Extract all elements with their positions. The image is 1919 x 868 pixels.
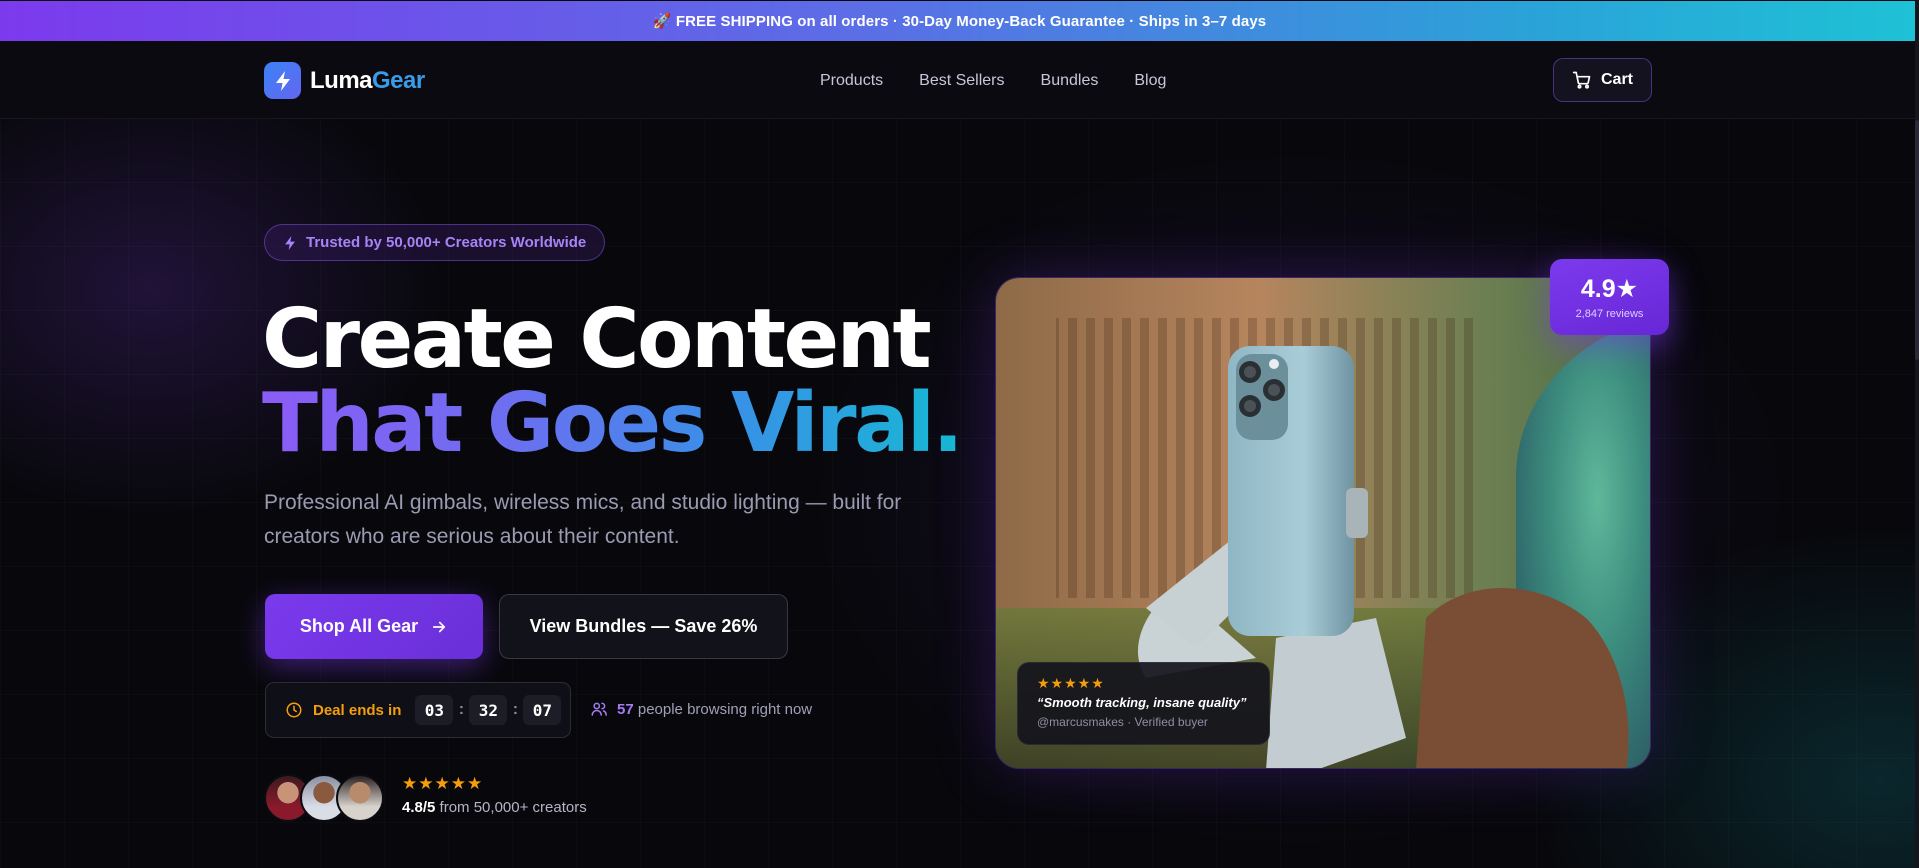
avatar bbox=[336, 774, 384, 822]
rating-stars: ★★★★★ bbox=[402, 774, 484, 793]
clock-icon bbox=[286, 702, 302, 718]
main-nav: Products Best Sellers Bundles Blog bbox=[820, 72, 1166, 90]
hero-title-line2: That Goes Viral. bbox=[262, 376, 964, 471]
nav-item-products[interactable]: Products bbox=[820, 72, 883, 90]
view-bundles-label: View Bundles — Save 26% bbox=[529, 616, 758, 636]
review-card: ★★★★★ “Smooth tracking, insane quality” … bbox=[1017, 662, 1270, 745]
trust-badge-text: Trusted by 50,000+ Creators Worldwide bbox=[306, 234, 587, 251]
countdown-separator: : bbox=[512, 701, 519, 718]
arrow-right-icon bbox=[433, 621, 446, 632]
view-bundles-button[interactable]: View Bundles — Save 26% bbox=[499, 594, 788, 659]
deal-countdown: Deal ends in 03 : 32 : 07 bbox=[265, 682, 571, 738]
shop-all-gear-button[interactable]: Shop All Gear bbox=[265, 594, 483, 659]
countdown-hours: 03 bbox=[415, 695, 454, 725]
announcement-bar: 🚀 FREE SHIPPING on all orders · 30-Day M… bbox=[0, 1, 1919, 41]
browsing-indicator: 57 people browsing right now bbox=[590, 700, 812, 718]
announcement-text: 🚀 FREE SHIPPING on all orders · 30-Day M… bbox=[652, 13, 1267, 30]
social-proof: ★★★★★ 4.8/5 from 50,000+ creators bbox=[402, 774, 587, 816]
review-author: @marcusmakes · Verified buyer bbox=[1037, 715, 1208, 729]
social-rating-caption: from 50,000+ creators bbox=[439, 799, 587, 816]
site-header: LumaGear Products Best Sellers Bundles B… bbox=[0, 41, 1919, 119]
countdown-separator: : bbox=[458, 701, 465, 718]
logo-text-primary: Luma bbox=[310, 66, 373, 94]
lightning-icon bbox=[285, 235, 295, 250]
browsing-count: 57 bbox=[617, 700, 634, 718]
cart-label: Cart bbox=[1600, 71, 1633, 88]
creator-avatars bbox=[264, 774, 384, 822]
scrollbar-thumb[interactable] bbox=[1915, 120, 1919, 360]
cart-icon bbox=[1572, 71, 1591, 89]
product-rating-score: 4.9★ bbox=[1580, 275, 1639, 303]
deal-label: Deal ends in bbox=[313, 701, 402, 719]
product-rating-badge: 4.9★ 2,847 reviews bbox=[1550, 259, 1669, 335]
social-rating: 4.8/5 bbox=[402, 799, 436, 816]
hero-title: Create Content That Goes Viral. bbox=[262, 292, 964, 471]
nav-item-best-sellers[interactable]: Best Sellers bbox=[919, 72, 1004, 90]
social-proof-text: 4.8/5 from 50,000+ creators bbox=[402, 799, 587, 816]
nav-item-blog[interactable]: Blog bbox=[1134, 72, 1166, 90]
countdown-seconds: 07 bbox=[523, 695, 562, 725]
browsing-text: people browsing right now bbox=[637, 700, 813, 718]
logo-wordmark: LumaGear bbox=[310, 67, 425, 95]
review-quote: “Smooth tracking, insane quality” bbox=[1037, 695, 1247, 710]
page-scrollbar[interactable] bbox=[1915, 0, 1919, 868]
nav-item-bundles[interactable]: Bundles bbox=[1041, 72, 1099, 90]
product-review-count: 2,847 reviews bbox=[1575, 308, 1644, 320]
hero-title-line1: Create Content bbox=[262, 292, 932, 387]
logo[interactable]: LumaGear bbox=[264, 62, 425, 99]
lightning-icon bbox=[264, 62, 301, 99]
countdown-minutes: 32 bbox=[469, 695, 508, 725]
logo-text-accent: Gear bbox=[372, 66, 425, 94]
users-icon bbox=[591, 702, 607, 716]
shop-all-gear-label: Shop All Gear bbox=[299, 616, 419, 636]
trust-badge: Trusted by 50,000+ Creators Worldwide bbox=[264, 224, 606, 261]
hero-subtitle: Professional AI gimbals, wireless mics, … bbox=[264, 491, 902, 548]
review-stars: ★★★★★ bbox=[1037, 675, 1105, 691]
cart-button[interactable]: Cart bbox=[1553, 58, 1652, 102]
